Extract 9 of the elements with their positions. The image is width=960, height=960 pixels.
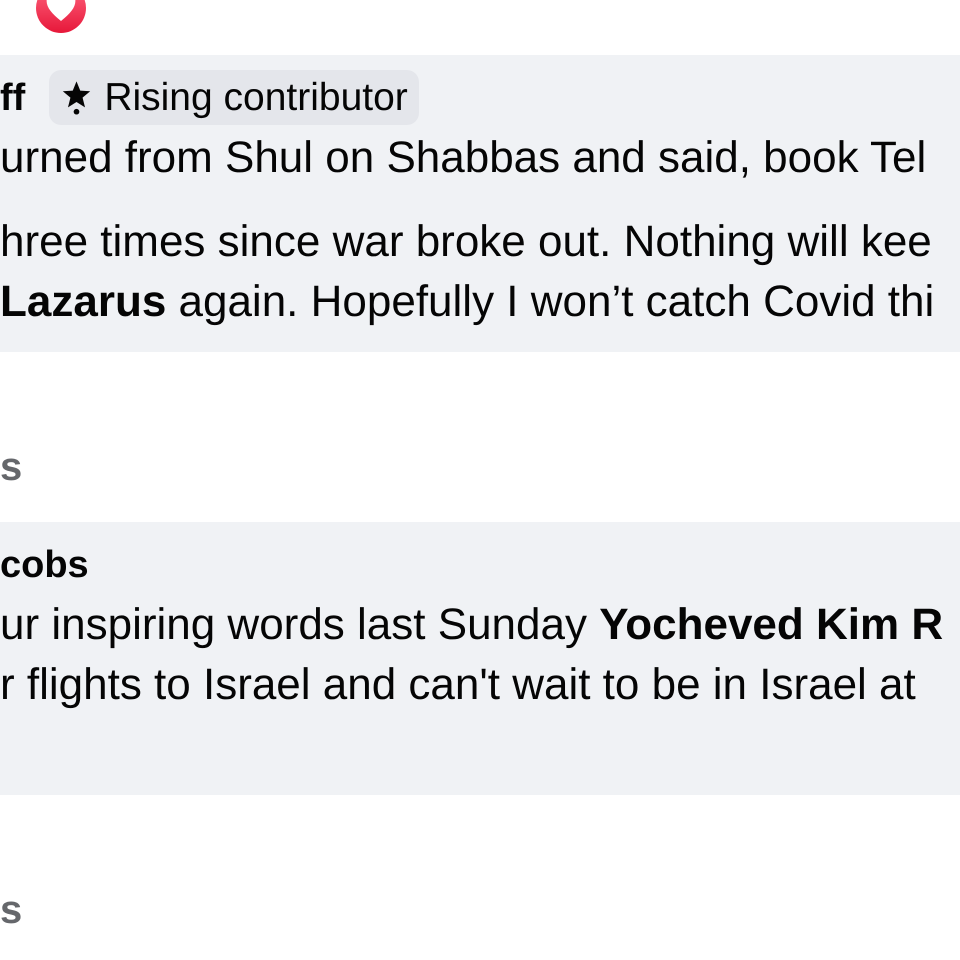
action-link[interactable]: s xyxy=(0,437,22,497)
comment-text: ur inspiring words last Sunday Yocheved Kim R r flights to Israel and can't wait to be in Israel at xyxy=(0,599,944,711)
author-name[interactable]: cobs xyxy=(0,542,89,588)
star-icon xyxy=(61,80,92,115)
comment-text: urned from Shul on Shabbas and said, book Tel xyxy=(0,132,926,184)
author-name[interactable]: ff xyxy=(0,74,26,120)
comment-text: hree times since war broke out. Nothing will kee Lazarus again. Hopefully I won’t catch Covid thi xyxy=(0,216,934,328)
badge-label: Rising contributor xyxy=(104,74,408,120)
action-link[interactable]: s xyxy=(0,880,22,940)
